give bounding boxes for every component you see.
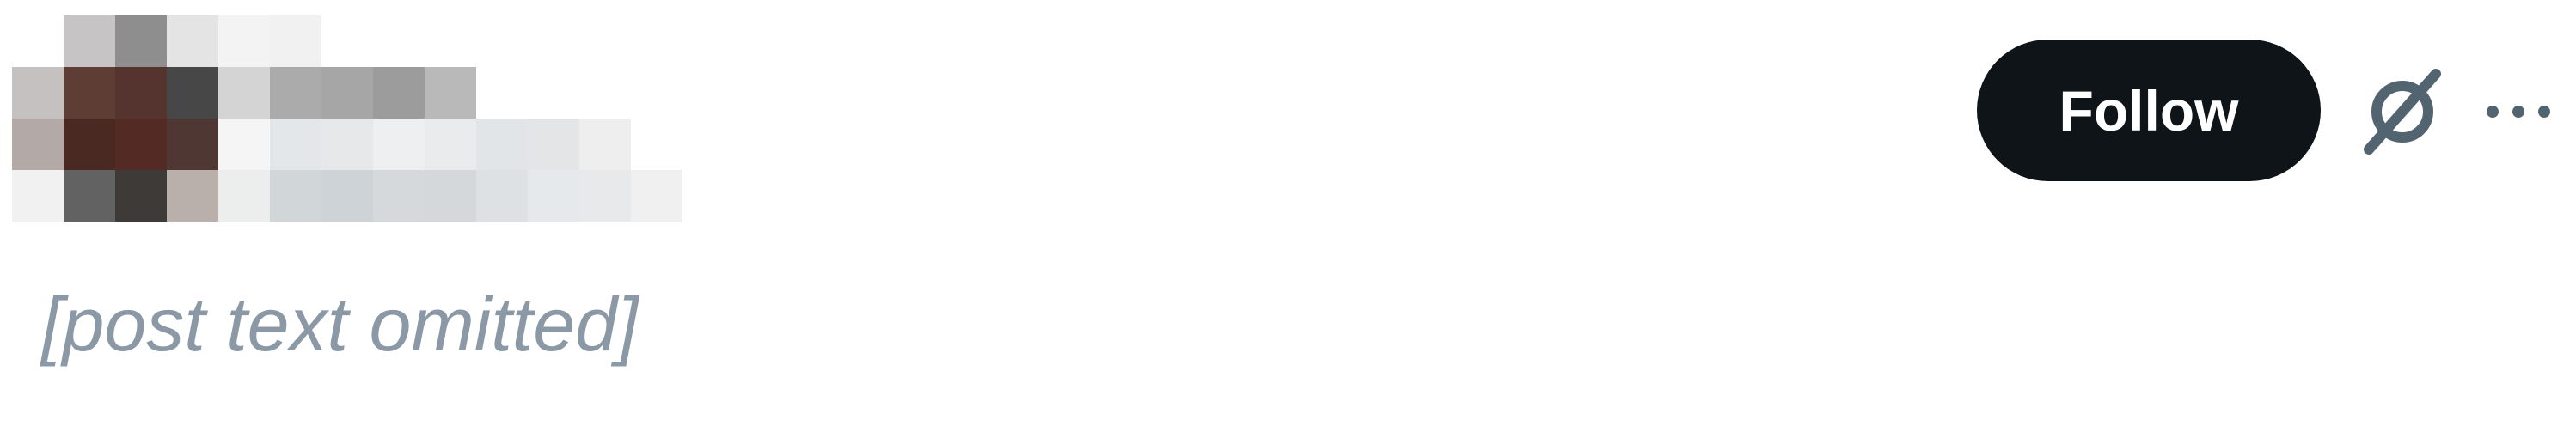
redaction-pixel	[579, 15, 631, 67]
redaction-pixel	[373, 119, 425, 170]
redaction-pixel	[476, 170, 528, 222]
redaction-pixel	[425, 67, 476, 119]
redaction-pixel	[321, 67, 373, 119]
redaction-pixel	[631, 119, 682, 170]
redaction-pixel	[64, 67, 115, 119]
redaction-pixel	[373, 15, 425, 67]
redaction-pixel	[270, 15, 321, 67]
redaction-pixel	[167, 67, 218, 119]
redaction-pixel	[476, 15, 528, 67]
redaction-pixel	[425, 170, 476, 222]
redaction-pixel	[12, 67, 64, 119]
redaction-pixel	[12, 170, 64, 222]
redaction-pixel	[64, 119, 115, 170]
redaction-pixel	[218, 119, 270, 170]
redaction-pixel	[167, 15, 218, 67]
redaction-pixel	[167, 170, 218, 222]
redaction-pixel	[579, 67, 631, 119]
redaction-pixel	[425, 119, 476, 170]
redaction-pixel	[115, 170, 167, 222]
post-card: Follow [post text omitted]	[0, 0, 2576, 432]
more-icon	[2475, 86, 2561, 137]
redaction-pixel	[218, 15, 270, 67]
redacted-user-header	[12, 15, 682, 222]
redaction-pixel	[373, 67, 425, 119]
redaction-pixel	[476, 119, 528, 170]
redaction-pixel	[64, 15, 115, 67]
redaction-pixel	[631, 15, 682, 67]
redaction-pixel	[631, 67, 682, 119]
redaction-pixel	[270, 67, 321, 119]
redaction-pixel	[425, 15, 476, 67]
redaction-pixel	[115, 119, 167, 170]
redaction-pixel	[579, 119, 631, 170]
more-options-button[interactable]	[2475, 86, 2561, 137]
redaction-pixel	[270, 170, 321, 222]
post-text: [post text omitted]	[41, 282, 639, 367]
redaction-pixel	[373, 170, 425, 222]
redaction-pixel	[12, 15, 64, 67]
redaction-pixel	[115, 67, 167, 119]
redaction-pixel	[218, 67, 270, 119]
redaction-pixel	[321, 15, 373, 67]
redaction-pixel	[631, 170, 682, 222]
redaction-pixel	[579, 170, 631, 222]
redaction-pixel	[528, 15, 579, 67]
grok-icon	[2355, 64, 2450, 158]
redaction-pixel	[476, 67, 528, 119]
redaction-pixel	[270, 119, 321, 170]
redaction-pixel	[12, 119, 64, 170]
redaction-pixel	[528, 170, 579, 222]
redaction-pixel	[167, 119, 218, 170]
redaction-pixel	[115, 15, 167, 67]
redaction-pixel	[218, 170, 270, 222]
grok-button[interactable]	[2355, 64, 2450, 158]
redaction-pixel	[64, 170, 115, 222]
redaction-pixel	[321, 170, 373, 222]
follow-button-label: Follow	[2059, 78, 2239, 143]
redaction-pixel	[528, 119, 579, 170]
redaction-pixel	[321, 119, 373, 170]
redaction-pixel	[528, 67, 579, 119]
follow-button[interactable]: Follow	[1977, 40, 2321, 181]
